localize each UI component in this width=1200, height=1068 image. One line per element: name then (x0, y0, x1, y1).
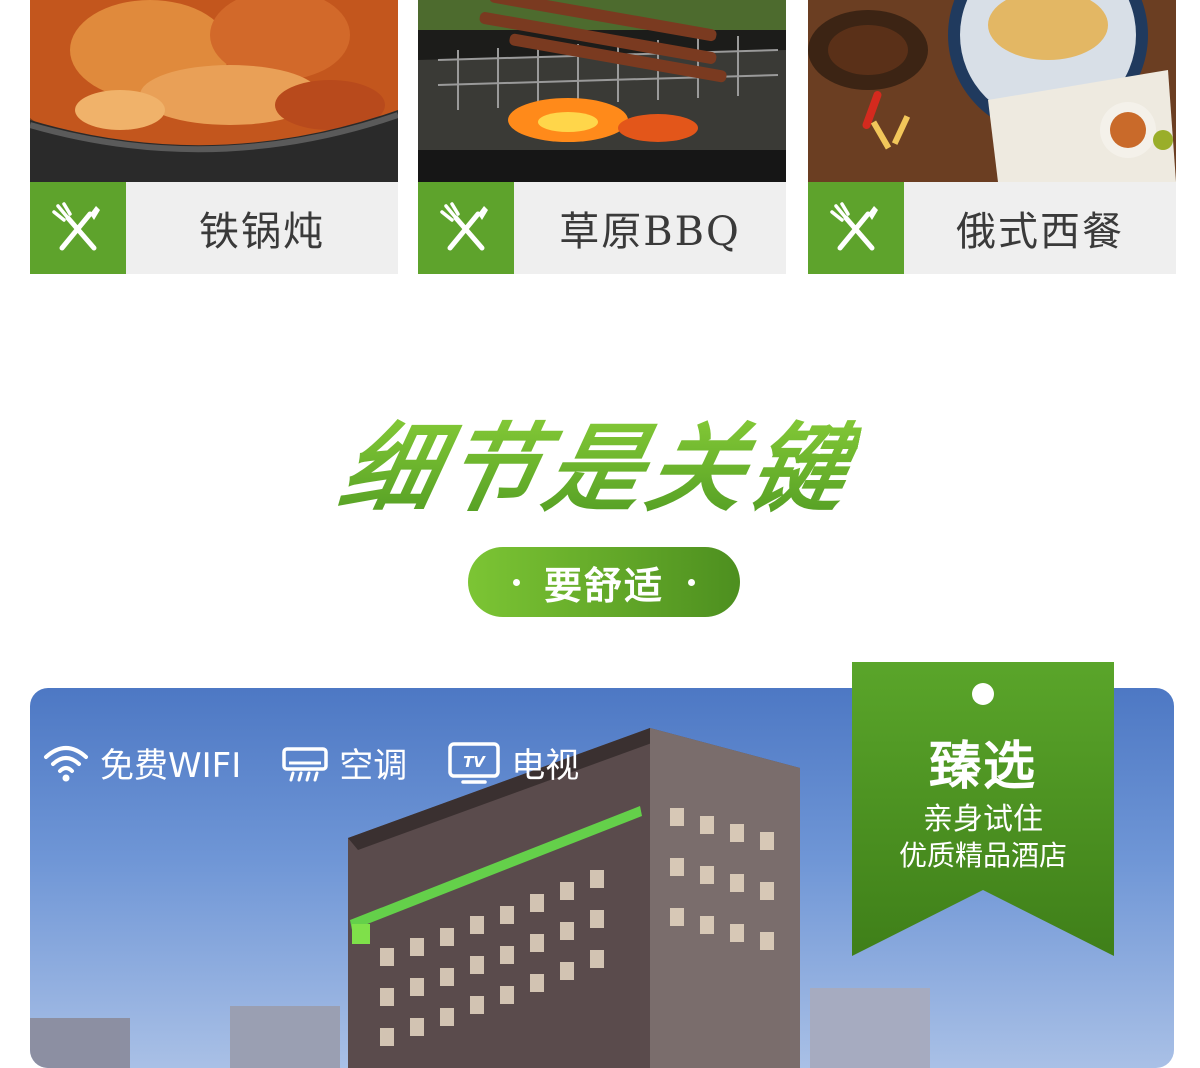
food-photo-western (808, 0, 1176, 182)
subtitle-pill: 要舒适 (468, 547, 740, 617)
bullet-dot (512, 578, 520, 586)
food-card-bar: 俄式西餐 (808, 182, 1176, 274)
food-card-tieguodun[interactable]: 铁锅炖 (30, 0, 398, 274)
bullet-dot (688, 578, 695, 586)
food-card-row: 铁锅炖 草原BBQ 俄式西餐 (0, 0, 1200, 280)
badge-line-2: 优质精品酒店 (898, 839, 1067, 872)
food-card-label: 俄式西餐 (956, 209, 1124, 255)
wifi-icon (44, 745, 88, 781)
food-card-label: 铁锅炖 (199, 209, 325, 255)
headline-text: 细节是关键 (330, 391, 870, 530)
section-headline: 细节是关键 (0, 400, 1200, 525)
svg-text:TV: TV (463, 753, 486, 771)
tv-icon: TV (448, 741, 500, 784)
food-card-western[interactable]: 俄式西餐 (808, 0, 1176, 274)
amenity-tv: TV 电视 (447, 738, 579, 787)
fork-knife-icon (808, 182, 904, 274)
food-card-bar: 铁锅炖 (30, 182, 398, 274)
amenity-ac: 空调 (281, 738, 407, 787)
food-photo-hotpot (30, 0, 398, 182)
amenity-list: 免费WIFI 空调 TV 电视 (42, 738, 619, 787)
food-card-label: 草原BBQ (559, 209, 741, 255)
air-conditioner-icon (282, 746, 328, 781)
amenity-label: 免费WIFI (100, 746, 242, 786)
food-photo-bbq (418, 0, 786, 182)
badge-title: 臻选 (928, 737, 1037, 797)
amenity-label: 电视 (511, 746, 580, 786)
badge-hole (972, 683, 994, 705)
fork-knife-icon (418, 182, 514, 274)
badge-line-1: 亲身试住 (923, 802, 1043, 837)
food-card-bar: 草原BBQ (418, 182, 786, 274)
amenity-wifi: 免费WIFI (42, 738, 241, 787)
amenity-label: 空调 (339, 746, 408, 786)
selection-badge: 臻选 亲身试住 优质精品酒店 (852, 662, 1114, 956)
food-card-bbq[interactable]: 草原BBQ (418, 0, 786, 274)
fork-knife-icon (30, 182, 126, 274)
subtitle-pill-text: 要舒适 (543, 563, 664, 608)
